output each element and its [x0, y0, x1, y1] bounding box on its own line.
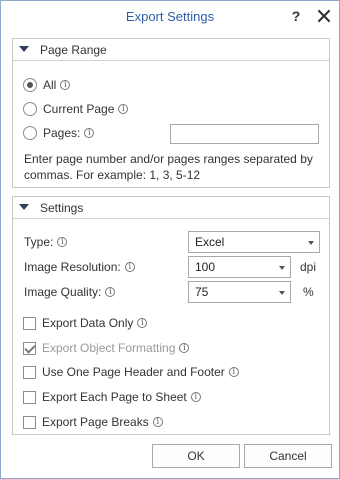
checkbox-export-object-formatting[interactable]: Export Object Formatting i [23, 341, 190, 355]
image-quality-select[interactable]: 75 [188, 281, 291, 303]
checkbox-label: Export Page Breaks [42, 415, 149, 429]
radio-all[interactable]: All i [23, 78, 71, 92]
collapse-triangle-icon[interactable] [19, 46, 29, 52]
checkbox-each-page-to-sheet[interactable]: Export Each Page to Sheet i [23, 390, 201, 404]
page-range-header: Page Range [13, 39, 329, 61]
type-value: Excel [195, 235, 225, 249]
resolution-unit: dpi [300, 260, 317, 274]
info-icon: i [137, 318, 148, 328]
info-icon: i [105, 287, 116, 297]
checkbox-export-page-breaks[interactable]: Export Page Breaks i [23, 415, 163, 429]
checkbox-box[interactable] [23, 316, 36, 330]
checkbox-one-page-header-footer[interactable]: Use One Page Header and Footer i [23, 365, 239, 379]
radio-pages-label: Pages: [43, 126, 81, 140]
info-icon: i [60, 80, 71, 90]
image-quality-value: 75 [195, 285, 209, 299]
cancel-button[interactable]: Cancel [244, 444, 332, 468]
checkbox-box[interactable] [23, 390, 36, 404]
radio-pages[interactable]: Pages: i [23, 126, 95, 140]
page-range-description: Enter page number and/or pages ranges se… [24, 152, 313, 182]
info-icon: i [152, 417, 163, 427]
info-icon: i [179, 343, 190, 353]
collapse-triangle-icon[interactable] [19, 204, 29, 210]
info-icon: i [84, 128, 95, 138]
image-quality-label: Image Quality: [24, 285, 102, 299]
checkbox-label: Export Each Page to Sheet [42, 390, 187, 404]
dropdown-caret-icon [279, 266, 285, 270]
radio-all-label: All [43, 78, 57, 92]
image-resolution-select[interactable]: 100 [188, 256, 291, 278]
ok-button[interactable]: OK [152, 444, 240, 468]
radio-pages-button[interactable] [23, 126, 37, 140]
radio-current-page-label: Current Page [43, 102, 115, 116]
type-label: Type: [24, 235, 54, 249]
page-range-title: Page Range [40, 43, 107, 57]
type-label-row: Type: i [24, 235, 68, 249]
image-resolution-label: Image Resolution: [24, 260, 121, 274]
checkbox-label: Export Data Only [42, 316, 134, 330]
title-bar: Export Settings ? [1, 1, 339, 32]
info-icon: i [57, 237, 68, 247]
resolution-label-row: Image Resolution: i [24, 260, 135, 274]
settings-title: Settings [40, 201, 84, 215]
checkbox-box[interactable] [23, 365, 36, 379]
checkbox-label: Export Object Formatting [42, 341, 176, 355]
close-button[interactable] [314, 6, 334, 26]
type-select[interactable]: Excel [188, 231, 320, 253]
checkbox-export-data-only[interactable]: Export Data Only i [23, 316, 148, 330]
info-icon: i [190, 392, 201, 402]
dropdown-caret-icon [308, 241, 314, 245]
checkbox-label: Use One Page Header and Footer [42, 365, 225, 379]
export-settings-dialog: Export Settings ? Page Range All i Curre… [0, 0, 340, 479]
radio-current-page-button[interactable] [23, 102, 37, 116]
info-icon: i [118, 104, 129, 114]
checkbox-box[interactable] [23, 341, 36, 355]
close-icon [317, 9, 331, 23]
quality-label-row: Image Quality: i [24, 285, 116, 299]
info-icon: i [124, 262, 135, 272]
image-resolution-value: 100 [195, 260, 216, 274]
radio-all-button[interactable] [23, 78, 37, 92]
checkbox-box[interactable] [23, 415, 36, 429]
help-button[interactable]: ? [287, 6, 305, 26]
quality-unit: % [303, 285, 314, 299]
info-icon: i [228, 367, 239, 377]
settings-header: Settings [13, 197, 329, 219]
pages-input[interactable] [170, 124, 319, 144]
dropdown-caret-icon [279, 291, 285, 295]
radio-current-page[interactable]: Current Page i [23, 102, 129, 116]
